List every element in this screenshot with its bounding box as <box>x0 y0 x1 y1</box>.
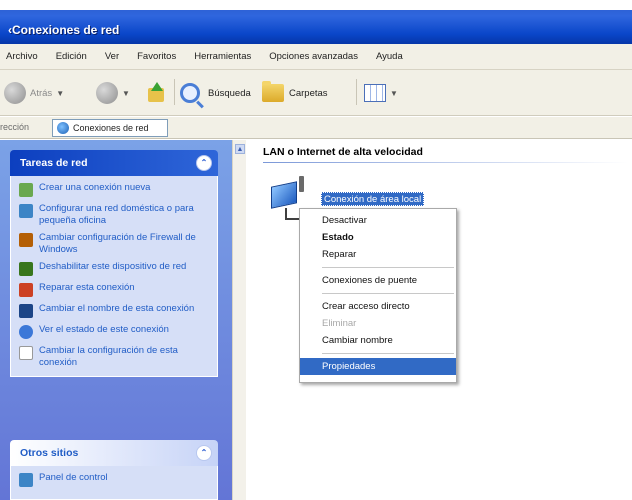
other-places-panel: Otros sitios ⌃ Panel de control <box>10 440 218 500</box>
task-deshabilitar[interactable]: Deshabilitar este dispositivo de red <box>19 261 211 276</box>
address-bar: rección Conexiones de red <box>0 117 632 139</box>
menu-item-reparar[interactable]: Reparar <box>300 246 456 263</box>
task-reparar[interactable]: Reparar esta conexión <box>19 282 211 297</box>
toolbar-separator <box>356 79 357 105</box>
title-bar[interactable]: Conexiones de red <box>0 0 632 44</box>
forward-arrow-icon <box>96 82 118 104</box>
place-panel-de-control[interactable]: Panel de control <box>19 472 211 487</box>
task-label: Crear una conexión nueva <box>39 182 151 193</box>
other-places-title: Otros sitios <box>20 447 79 459</box>
dropdown-arrow-icon: ▼ <box>122 88 130 98</box>
menu-item-propiedades[interactable]: Propiedades <box>300 358 456 375</box>
forward-button[interactable]: ▼ <box>96 82 130 104</box>
network-tasks-header[interactable]: Tareas de red ⌃ <box>10 150 218 176</box>
task-configurar-red[interactable]: Configurar una red doméstica o para pequ… <box>19 203 211 226</box>
address-label: rección <box>0 122 30 132</box>
group-divider <box>263 162 628 163</box>
task-firewall[interactable]: Cambiar configuración de Firewall de Win… <box>19 232 211 255</box>
menu-bar: Archivo Edición Ver Favoritos Herramient… <box>0 44 632 70</box>
content-scrollbar[interactable]: ▲ <box>232 140 246 500</box>
menu-edicion[interactable]: Edición <box>56 51 87 62</box>
task-label: Cambiar configuración de Firewall de Win… <box>39 232 196 255</box>
search-icon <box>180 83 200 103</box>
task-label: Cambiar la configuración de esta conexió… <box>39 345 178 368</box>
back-label: Atrás <box>30 87 53 99</box>
up-folder-icon <box>146 82 166 104</box>
window-title: Conexiones de red <box>8 23 119 37</box>
task-cambiar-configuracion[interactable]: Cambiar la configuración de esta conexió… <box>19 345 211 368</box>
connection-name[interactable]: Conexión de área local <box>321 192 425 206</box>
task-ver-estado[interactable]: Ver el estado de este conexión <box>19 324 211 339</box>
views-button[interactable]: ▼ <box>364 84 398 102</box>
other-places-list: Panel de control <box>10 466 218 500</box>
task-label: Cambiar el nombre de esta conexión <box>39 303 195 314</box>
toolbar-separator <box>174 79 175 105</box>
menu-ayuda[interactable]: Ayuda <box>376 51 403 62</box>
settings-page-icon <box>19 346 33 360</box>
menu-separator <box>322 293 454 294</box>
address-value: Conexiones de red <box>73 123 149 133</box>
task-cambiar-nombre[interactable]: Cambiar el nombre de esta conexión <box>19 303 211 318</box>
network-tasks-title: Tareas de red <box>20 157 88 169</box>
menu-favoritos[interactable]: Favoritos <box>137 51 176 62</box>
search-label: Búsqueda <box>208 87 251 99</box>
home-network-icon <box>19 204 33 218</box>
back-arrow-icon <box>4 82 26 104</box>
task-label: Configurar una red doméstica o para pequ… <box>39 203 194 226</box>
network-tasks-panel: Tareas de red ⌃ Crear una conexión nueva… <box>10 150 218 377</box>
menu-separator <box>322 267 454 268</box>
folders-label: Carpetas <box>289 87 328 99</box>
menu-item-conexiones-de-puente[interactable]: Conexiones de puente <box>300 272 456 289</box>
menu-archivo[interactable]: Archivo <box>6 51 38 62</box>
firewall-icon <box>19 233 33 247</box>
network-connections-icon <box>57 122 69 134</box>
menu-item-estado[interactable]: Estado <box>300 229 456 246</box>
context-menu: Desactivar Estado Reparar Conexiones de … <box>299 208 457 383</box>
task-crear-conexion[interactable]: Crear una conexión nueva <box>19 182 211 197</box>
dropdown-arrow-icon: ▼ <box>56 88 65 98</box>
menu-ver[interactable]: Ver <box>105 51 119 62</box>
control-panel-icon <box>19 473 33 487</box>
dropdown-arrow-icon: ▼ <box>390 88 398 98</box>
menu-opciones-avanzadas[interactable]: Opciones avanzadas <box>269 51 358 62</box>
disable-device-icon <box>19 262 33 276</box>
task-label: Ver el estado de este conexión <box>39 324 169 335</box>
menu-item-cambiar-nombre[interactable]: Cambiar nombre <box>300 332 456 349</box>
rename-icon <box>19 304 33 318</box>
network-tasks-list: Crear una conexión nueva Configurar una … <box>10 176 218 377</box>
menu-separator <box>322 353 454 354</box>
collapse-chevron-icon[interactable]: ⌃ <box>196 155 212 171</box>
repair-icon <box>19 283 33 297</box>
address-field[interactable]: Conexiones de red <box>52 119 168 137</box>
scroll-up-arrow-icon[interactable]: ▲ <box>235 144 245 154</box>
menu-item-crear-acceso-directo[interactable]: Crear acceso directo <box>300 298 456 315</box>
menu-herramientas[interactable]: Herramientas <box>194 51 251 62</box>
toolbar: Atrás ▼ ▼ Búsqueda Carpetas ▼ <box>0 70 632 116</box>
group-header: LAN o Internet de alta velocidad <box>263 146 423 158</box>
menu-item-eliminar: Eliminar <box>322 318 357 329</box>
up-folder-button[interactable] <box>146 82 166 104</box>
status-icon <box>19 325 33 339</box>
new-connection-icon <box>19 183 33 197</box>
views-icon <box>364 84 386 102</box>
folder-icon <box>262 81 284 102</box>
collapse-chevron-icon[interactable]: ⌃ <box>196 445 212 461</box>
menu-item-desactivar[interactable]: Desactivar <box>300 212 456 229</box>
task-label: Deshabilitar este dispositivo de red <box>39 261 187 272</box>
task-pane: Tareas de red ⌃ Crear una conexión nueva… <box>0 140 232 500</box>
place-label: Panel de control <box>39 472 108 483</box>
folders-button[interactable]: Carpetas <box>262 81 328 102</box>
other-places-header[interactable]: Otros sitios ⌃ <box>10 440 218 466</box>
task-label: Reparar esta conexión <box>39 282 135 293</box>
back-button[interactable]: Atrás ▼ <box>4 82 64 104</box>
search-button[interactable]: Búsqueda <box>180 83 251 103</box>
